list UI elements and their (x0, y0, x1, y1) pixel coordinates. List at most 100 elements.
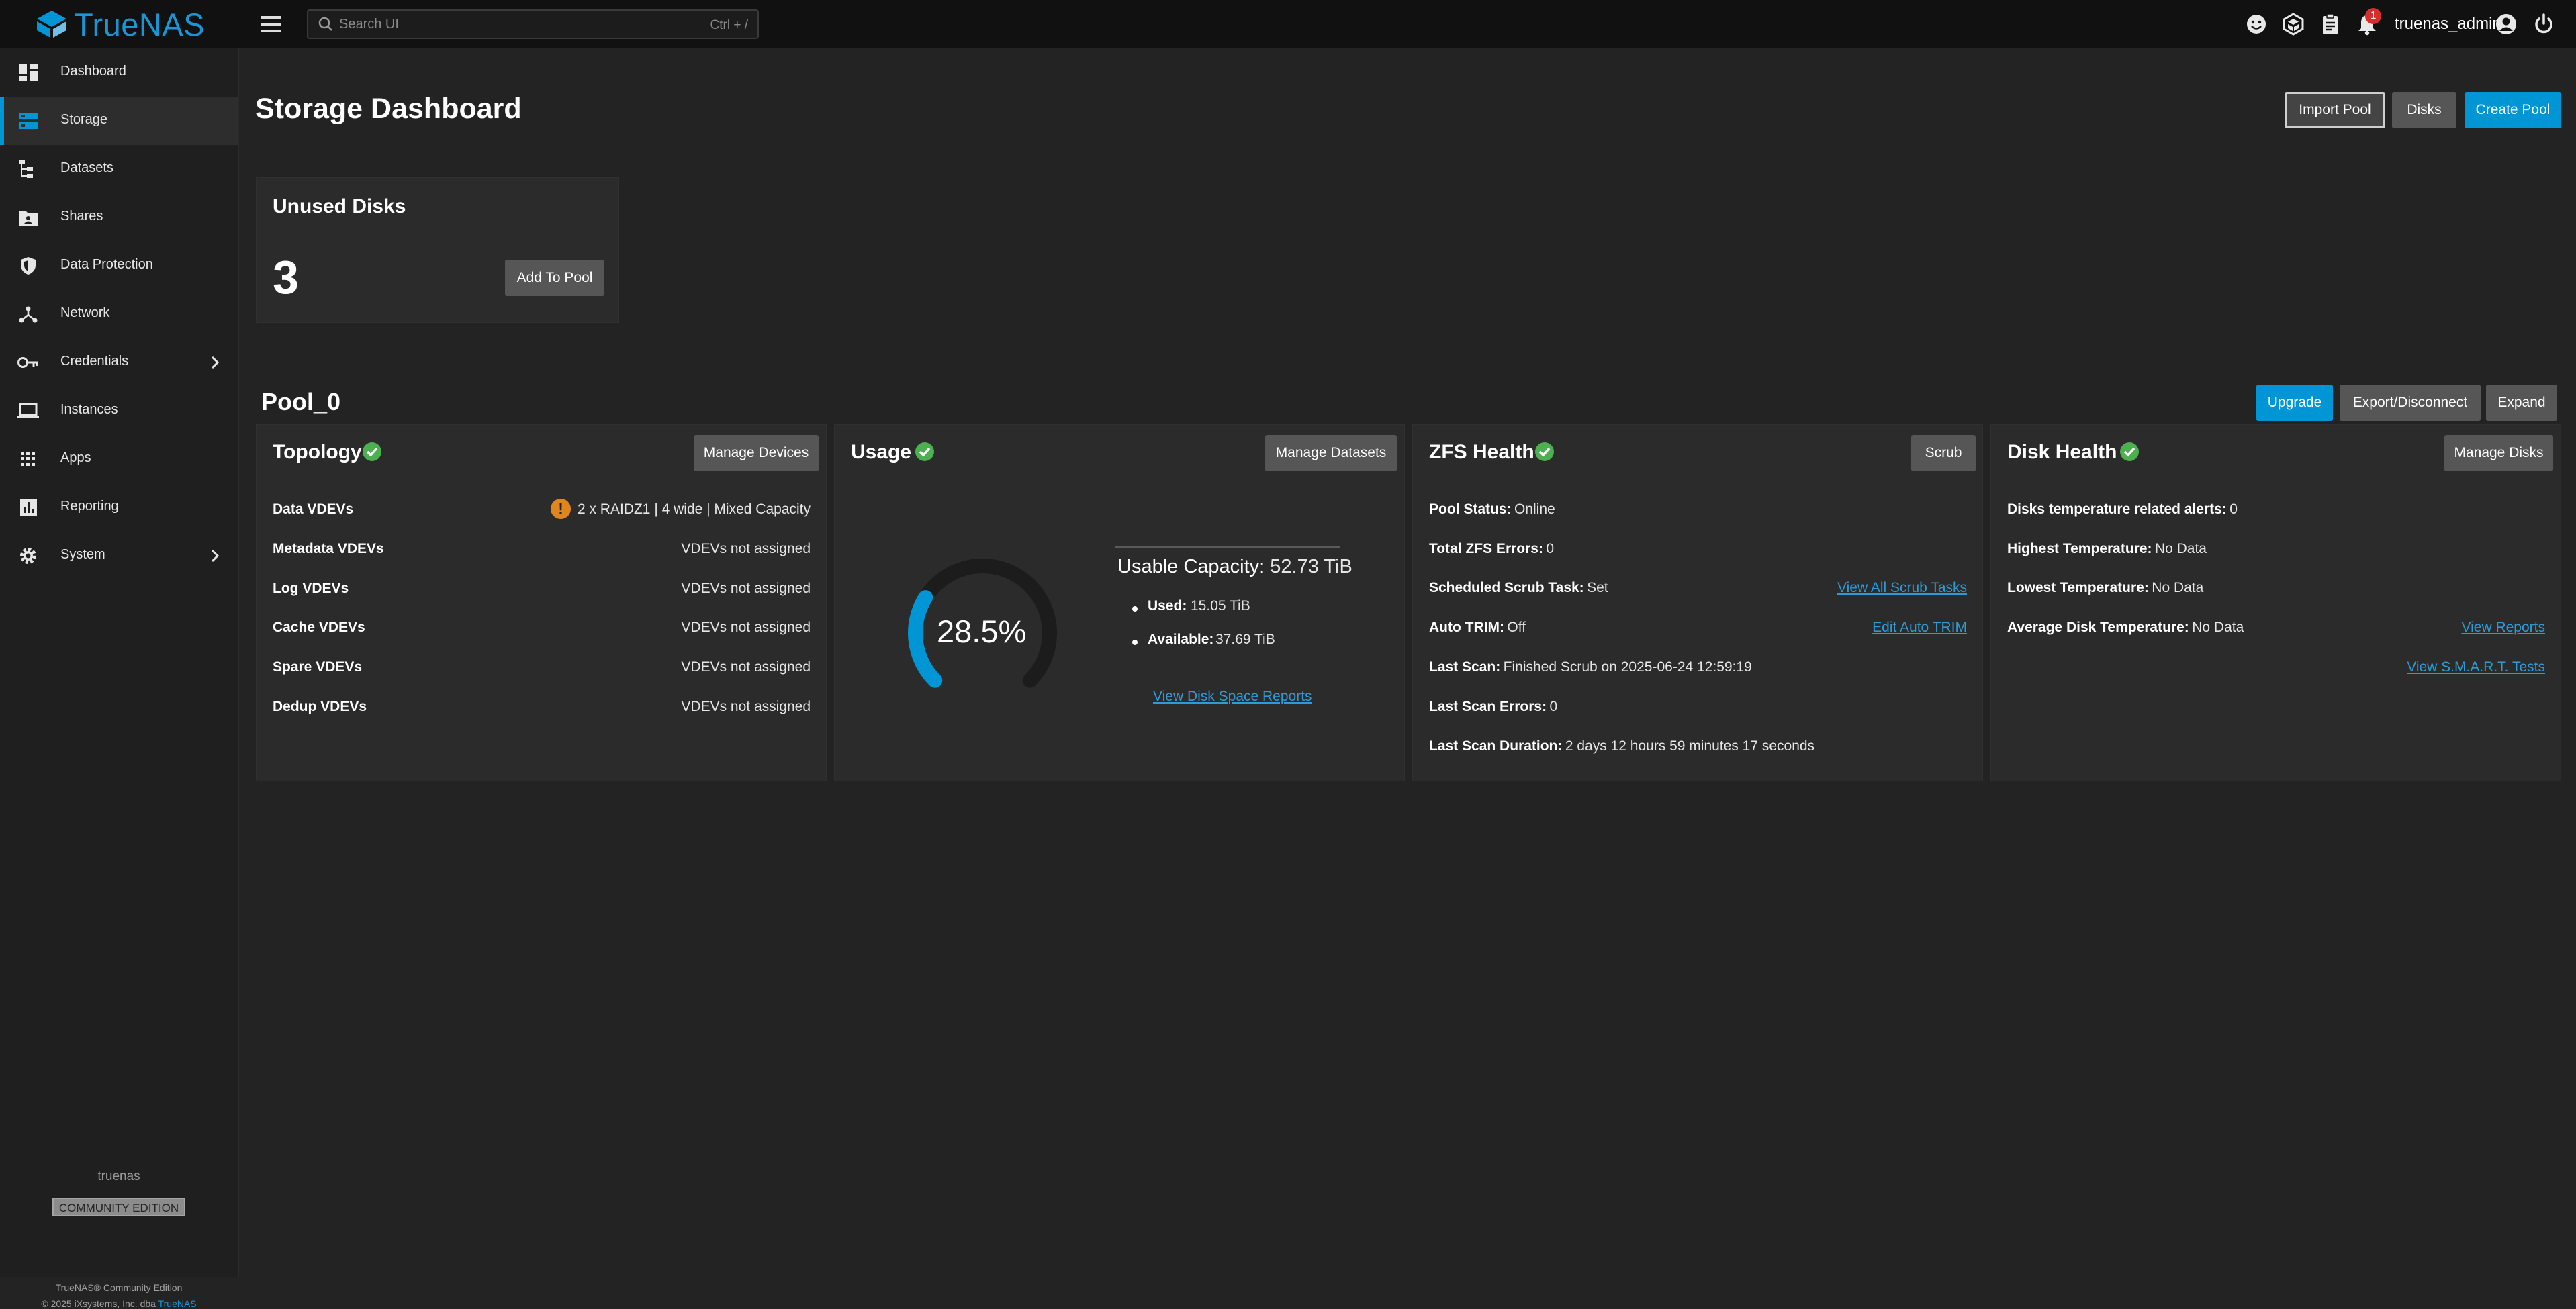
usage-percent-label: 28.5% (937, 614, 1027, 649)
sidebar-item-system[interactable]: System (0, 532, 238, 580)
row-label: Lowest Temperature: (2007, 580, 2149, 595)
sidebar-item-dashboard[interactable]: Dashboard (0, 48, 238, 97)
key-icon (17, 357, 38, 368)
row-value: Online (1514, 501, 1555, 517)
row-value: No Data (2192, 620, 2244, 635)
usable-capacity-value: 52.73 TiB (1270, 556, 1352, 577)
export-disconnect-button[interactable]: Export/Disconnect (2340, 385, 2481, 421)
expand-button[interactable]: Expand (2486, 385, 2557, 421)
create-pool-button[interactable]: Create Pool (2465, 92, 2561, 128)
card-title: ZFS Health (1429, 441, 1534, 463)
manage-disks-button[interactable]: Manage Disks (2444, 435, 2553, 471)
menu-toggle-icon[interactable] (261, 13, 281, 34)
edition-badge: COMMUNITY EDITION (52, 1198, 185, 1216)
search-input[interactable]: Search UI Ctrl + / (307, 9, 759, 39)
row-label: Disks temperature related alerts: (2007, 501, 2227, 517)
sidebar-item-apps[interactable]: Apps (0, 435, 238, 483)
sidebar-item-reporting[interactable]: Reporting (0, 483, 238, 532)
row-value: No Data (2152, 580, 2204, 595)
sidebar-item-shares[interactable]: Shares (0, 193, 238, 242)
sidebar-item-label: Instances (60, 402, 118, 417)
import-pool-button[interactable]: Import Pool (2285, 92, 2385, 128)
add-to-pool-button[interactable]: Add To Pool (505, 260, 604, 296)
usable-capacity-label: Usable Capacity: (1117, 556, 1265, 577)
disks-button[interactable]: Disks (2392, 92, 2456, 128)
username-label[interactable]: truenas_admin (2395, 15, 2501, 34)
view-smart-tests-link[interactable]: View S.M.A.R.T. Tests (2407, 659, 2545, 675)
upgrade-button[interactable]: Upgrade (2256, 385, 2333, 421)
truecommand-icon[interactable] (2281, 12, 2305, 36)
sidebar-item-label: Network (60, 305, 110, 320)
copyright-brand-link[interactable]: TrueNAS (158, 1298, 197, 1309)
highest-temperature-row: Highest Temperature: No Data (2007, 541, 2207, 557)
row-value: 0 (1546, 541, 1555, 556)
sidebar-item-network[interactable]: Network (0, 290, 238, 338)
card-title: Topology (273, 441, 362, 463)
sidebar-item-instances[interactable]: Instances (0, 387, 238, 435)
sidebar-item-credentials[interactable]: Credentials (0, 338, 238, 387)
last-scan-duration-row: Last Scan Duration: 2 days 12 hours 59 m… (1429, 738, 1814, 755)
used-label: Used: (1148, 598, 1187, 614)
feedback-icon[interactable] (2244, 12, 2268, 36)
last-scan-row: Last Scan: Finished Scrub on 2025-06-24 … (1429, 659, 1752, 675)
available-value: 37.69 TiB (1215, 632, 1275, 647)
row-label: Average Disk Temperature: (2007, 620, 2189, 635)
card-title: Usage (851, 441, 912, 463)
lowest-temperature-row: Lowest Temperature: No Data (2007, 580, 2203, 596)
sidebar-item-label: Reporting (60, 499, 119, 514)
disk-health-card: Disk Health Manage Disks Disks temperatu… (1990, 424, 2561, 781)
status-ok-icon (2120, 442, 2139, 461)
status-ok-icon (1535, 442, 1554, 461)
row-label: Auto TRIM: (1429, 620, 1504, 635)
search-shortcut-hint: Ctrl + / (710, 18, 748, 32)
unused-disks-count: 3 (273, 251, 299, 303)
view-reports-link[interactable]: View Reports (2461, 620, 2545, 636)
log-vdevs-label: Log VDEVs (273, 581, 349, 596)
gear-icon (20, 548, 36, 564)
datasets-icon (19, 160, 33, 178)
truenas-logo[interactable]: TrueNAS (35, 6, 205, 42)
spare-vdevs-value: VDEVs not assigned (681, 659, 811, 675)
status-ok-icon (363, 442, 381, 461)
chevron-right-icon (211, 356, 220, 369)
sidebar-item-data-protection[interactable]: Data Protection (0, 242, 238, 290)
hostname-label: truenas (97, 1169, 140, 1183)
notification-count-badge: 1 (2365, 8, 2381, 24)
last-scan-errors-row: Last Scan Errors: 0 (1429, 699, 1557, 715)
row-label: Last Scan Duration: (1429, 738, 1563, 754)
total-zfs-errors-row: Total ZFS Errors: 0 (1429, 541, 1554, 557)
shield-icon (21, 257, 36, 275)
view-disk-space-reports-link[interactable]: View Disk Space Reports (1153, 689, 1312, 705)
view-all-scrub-tasks-link[interactable]: View All Scrub Tasks (1837, 580, 1967, 596)
row-value: 0 (2229, 501, 2238, 517)
card-title: Unused Disks (273, 195, 406, 217)
row-value: Finished Scrub on 2025-06-24 12:59:19 (1503, 659, 1752, 675)
jobs-icon[interactable] (2318, 12, 2342, 36)
manage-devices-button[interactable]: Manage Devices (694, 435, 819, 471)
row-label: Last Scan Errors: (1429, 699, 1547, 714)
sidebar-item-storage[interactable]: Storage (0, 97, 238, 145)
bullet (1132, 606, 1138, 612)
scrub-button[interactable]: Scrub (1911, 435, 1976, 471)
sidebar-item-label: Shares (60, 209, 103, 224)
power-icon[interactable] (2532, 12, 2556, 36)
temperature-alerts-row: Disks temperature related alerts: 0 (2007, 501, 2238, 518)
reporting-icon (20, 499, 37, 516)
topology-card: Topology Manage Devices Data VDEVs ! 2 x… (256, 424, 827, 781)
pool-status-row: Pool Status: Online (1429, 501, 1555, 518)
usable-capacity: Usable Capacity: 52.73 TiB (1117, 556, 1352, 578)
zfs-health-card: ZFS Health Scrub Pool Status: Online Tot… (1412, 424, 1983, 781)
account-icon[interactable] (2494, 12, 2518, 36)
sidebar-item-datasets[interactable]: Datasets (0, 145, 238, 193)
row-value: 0 (1549, 699, 1558, 714)
manage-datasets-button[interactable]: Manage Datasets (1265, 435, 1397, 471)
edit-auto-trim-link[interactable]: Edit Auto TRIM (1872, 620, 1967, 636)
row-label: Scheduled Scrub Task: (1429, 580, 1584, 595)
gauge-fill (908, 590, 943, 688)
copyright-text: © 2025 iXsystems, Inc. dba (41, 1298, 156, 1309)
card-title: Disk Health (2007, 441, 2117, 463)
page-title: Storage Dashboard (255, 93, 522, 125)
brand-name: TrueNAS (74, 6, 205, 42)
dedup-vdevs-value: VDEVs not assigned (681, 699, 811, 714)
laptop-icon (17, 403, 39, 418)
